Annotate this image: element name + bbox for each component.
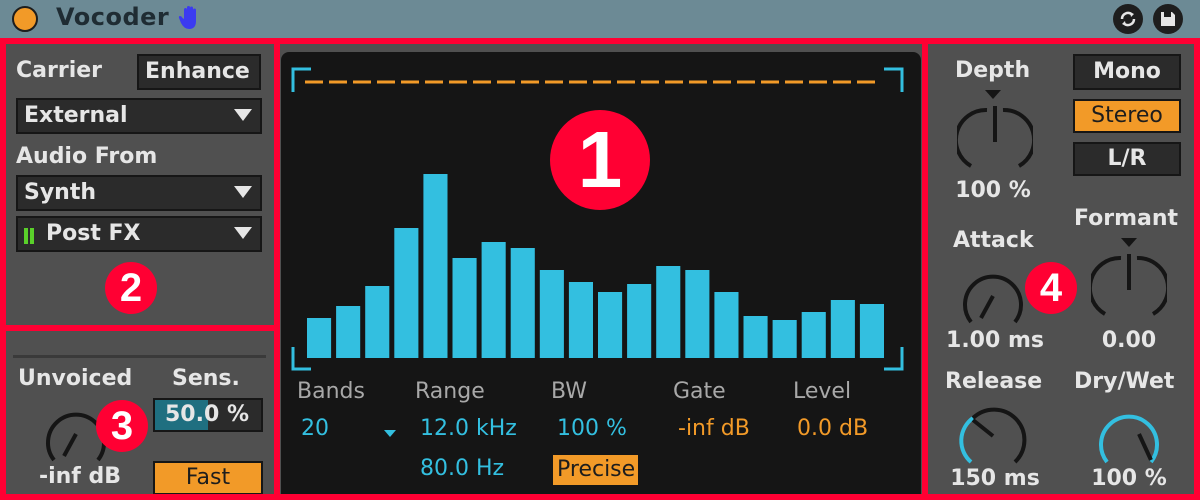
power-icon[interactable] bbox=[12, 6, 38, 32]
annotation-badge-4: 4 bbox=[1025, 262, 1077, 314]
annotation-badge-1: 1 bbox=[550, 110, 650, 210]
save-preset-icon[interactable] bbox=[1153, 4, 1183, 34]
annotation-badge-3: 3 bbox=[96, 400, 148, 452]
device-title-bar: Vocoder bbox=[0, 0, 1200, 38]
hot-swap-icon[interactable] bbox=[1113, 4, 1143, 34]
device-title: Vocoder bbox=[56, 3, 170, 31]
annotation-frame-1 bbox=[274, 38, 928, 500]
hand-icon bbox=[178, 6, 196, 29]
annotation-badge-2: 2 bbox=[105, 262, 157, 314]
